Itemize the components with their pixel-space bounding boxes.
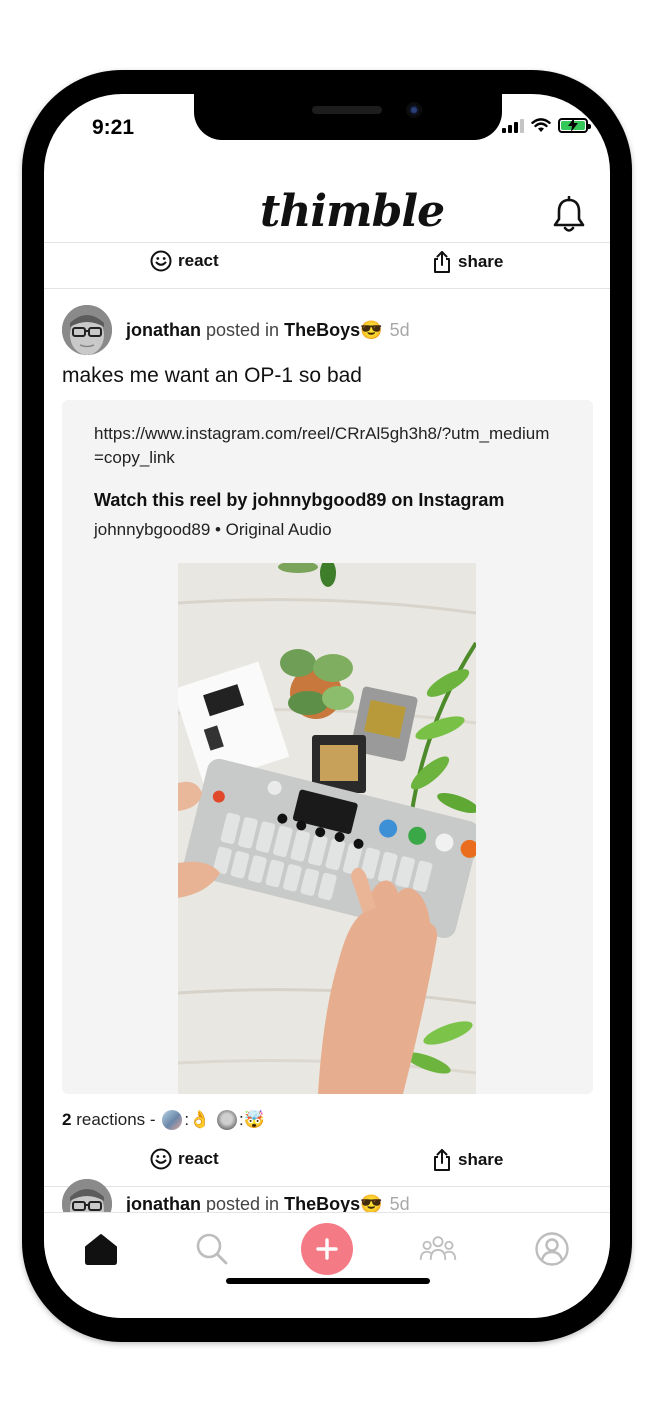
wifi-icon	[531, 118, 551, 132]
post-meta: jonathan posted in TheBoys😎 5d	[126, 320, 410, 341]
group-emoji: 😎	[360, 1193, 383, 1214]
react-label: react	[178, 251, 219, 270]
reaction-emoji: 🤯	[243, 1110, 265, 1129]
share-label: share	[458, 1150, 504, 1169]
post-group[interactable]: TheBoys	[284, 320, 360, 340]
share-button[interactable]: share	[432, 250, 503, 274]
prev-post-actions: react share	[44, 242, 610, 282]
posted-in-label: posted in	[206, 1193, 280, 1214]
app-header: thimble	[44, 140, 610, 240]
home-indicator[interactable]	[226, 1278, 430, 1284]
embed-title[interactable]: Watch this reel by johnnybgood89 on Inst…	[94, 490, 504, 511]
post-author[interactable]: jonathan	[126, 320, 201, 340]
home-icon	[85, 1234, 117, 1265]
notch	[194, 94, 502, 140]
app-logo: thimble	[260, 186, 445, 237]
plus-icon	[316, 1238, 338, 1260]
status-icons	[502, 118, 591, 133]
reactor-avatar	[216, 1110, 237, 1130]
share-icon	[434, 251, 450, 273]
smiley-icon	[150, 250, 172, 272]
react-label: react	[178, 1149, 219, 1168]
embed-url[interactable]: https://www.instagram.com/reel/CRrAl5gh3…	[94, 422, 554, 470]
tab-bar	[44, 1212, 610, 1318]
post-actions: react share	[44, 1140, 610, 1180]
tab-groups[interactable]	[418, 1229, 458, 1269]
tab-search[interactable]	[192, 1229, 232, 1269]
post-age: 5d	[389, 1193, 410, 1214]
post-group[interactable]: TheBoys	[284, 1194, 360, 1214]
battery-icon	[558, 118, 591, 133]
post-author[interactable]: jonathan	[126, 1194, 201, 1214]
embed-subtitle: johnnybgood89 • Original Audio	[94, 520, 332, 539]
tab-profile[interactable]	[532, 1229, 572, 1269]
status-time: 9:21	[92, 116, 135, 139]
post-divider	[44, 288, 610, 289]
group-emoji: 😎	[360, 319, 383, 340]
post-age: 5d	[389, 319, 410, 340]
app-screen: 9:21 thimble react share jonathan posted…	[44, 94, 610, 1318]
author-avatar[interactable]	[62, 305, 112, 355]
reactor-avatar	[162, 1110, 183, 1130]
post-text: makes me want an OP-1 so bad	[62, 364, 362, 387]
reactions-summary[interactable]: 2 reactions - : 👌 : 🤯	[62, 1110, 265, 1130]
react-button[interactable]: react	[150, 250, 219, 272]
embed-thumbnail[interactable]	[178, 563, 476, 1094]
search-icon	[196, 1233, 228, 1265]
camera	[406, 102, 422, 118]
post-header: jonathan posted in TheBoys😎 5d	[62, 304, 602, 356]
share-label: share	[458, 252, 504, 271]
tab-home[interactable]	[81, 1229, 121, 1269]
phone-frame: 9:21 thimble react share jonathan posted…	[22, 70, 632, 1342]
link-embed[interactable]: https://www.instagram.com/reel/CRrAl5gh3…	[62, 400, 593, 1094]
reactions-count: 2	[62, 1110, 72, 1129]
share-icon	[434, 1149, 450, 1171]
speaker	[312, 106, 382, 114]
reaction-emoji: 👌	[189, 1110, 211, 1129]
signal-icon	[502, 118, 524, 133]
bell-icon[interactable]	[552, 196, 586, 234]
react-button[interactable]: react	[150, 1148, 219, 1170]
create-post-button[interactable]	[301, 1223, 353, 1275]
smiley-icon	[150, 1148, 172, 1170]
groups-icon	[419, 1236, 457, 1260]
reactions-label: reactions -	[76, 1110, 156, 1129]
profile-icon	[535, 1232, 569, 1266]
share-button[interactable]: share	[432, 1148, 503, 1172]
posted-in-label: posted in	[206, 319, 280, 340]
